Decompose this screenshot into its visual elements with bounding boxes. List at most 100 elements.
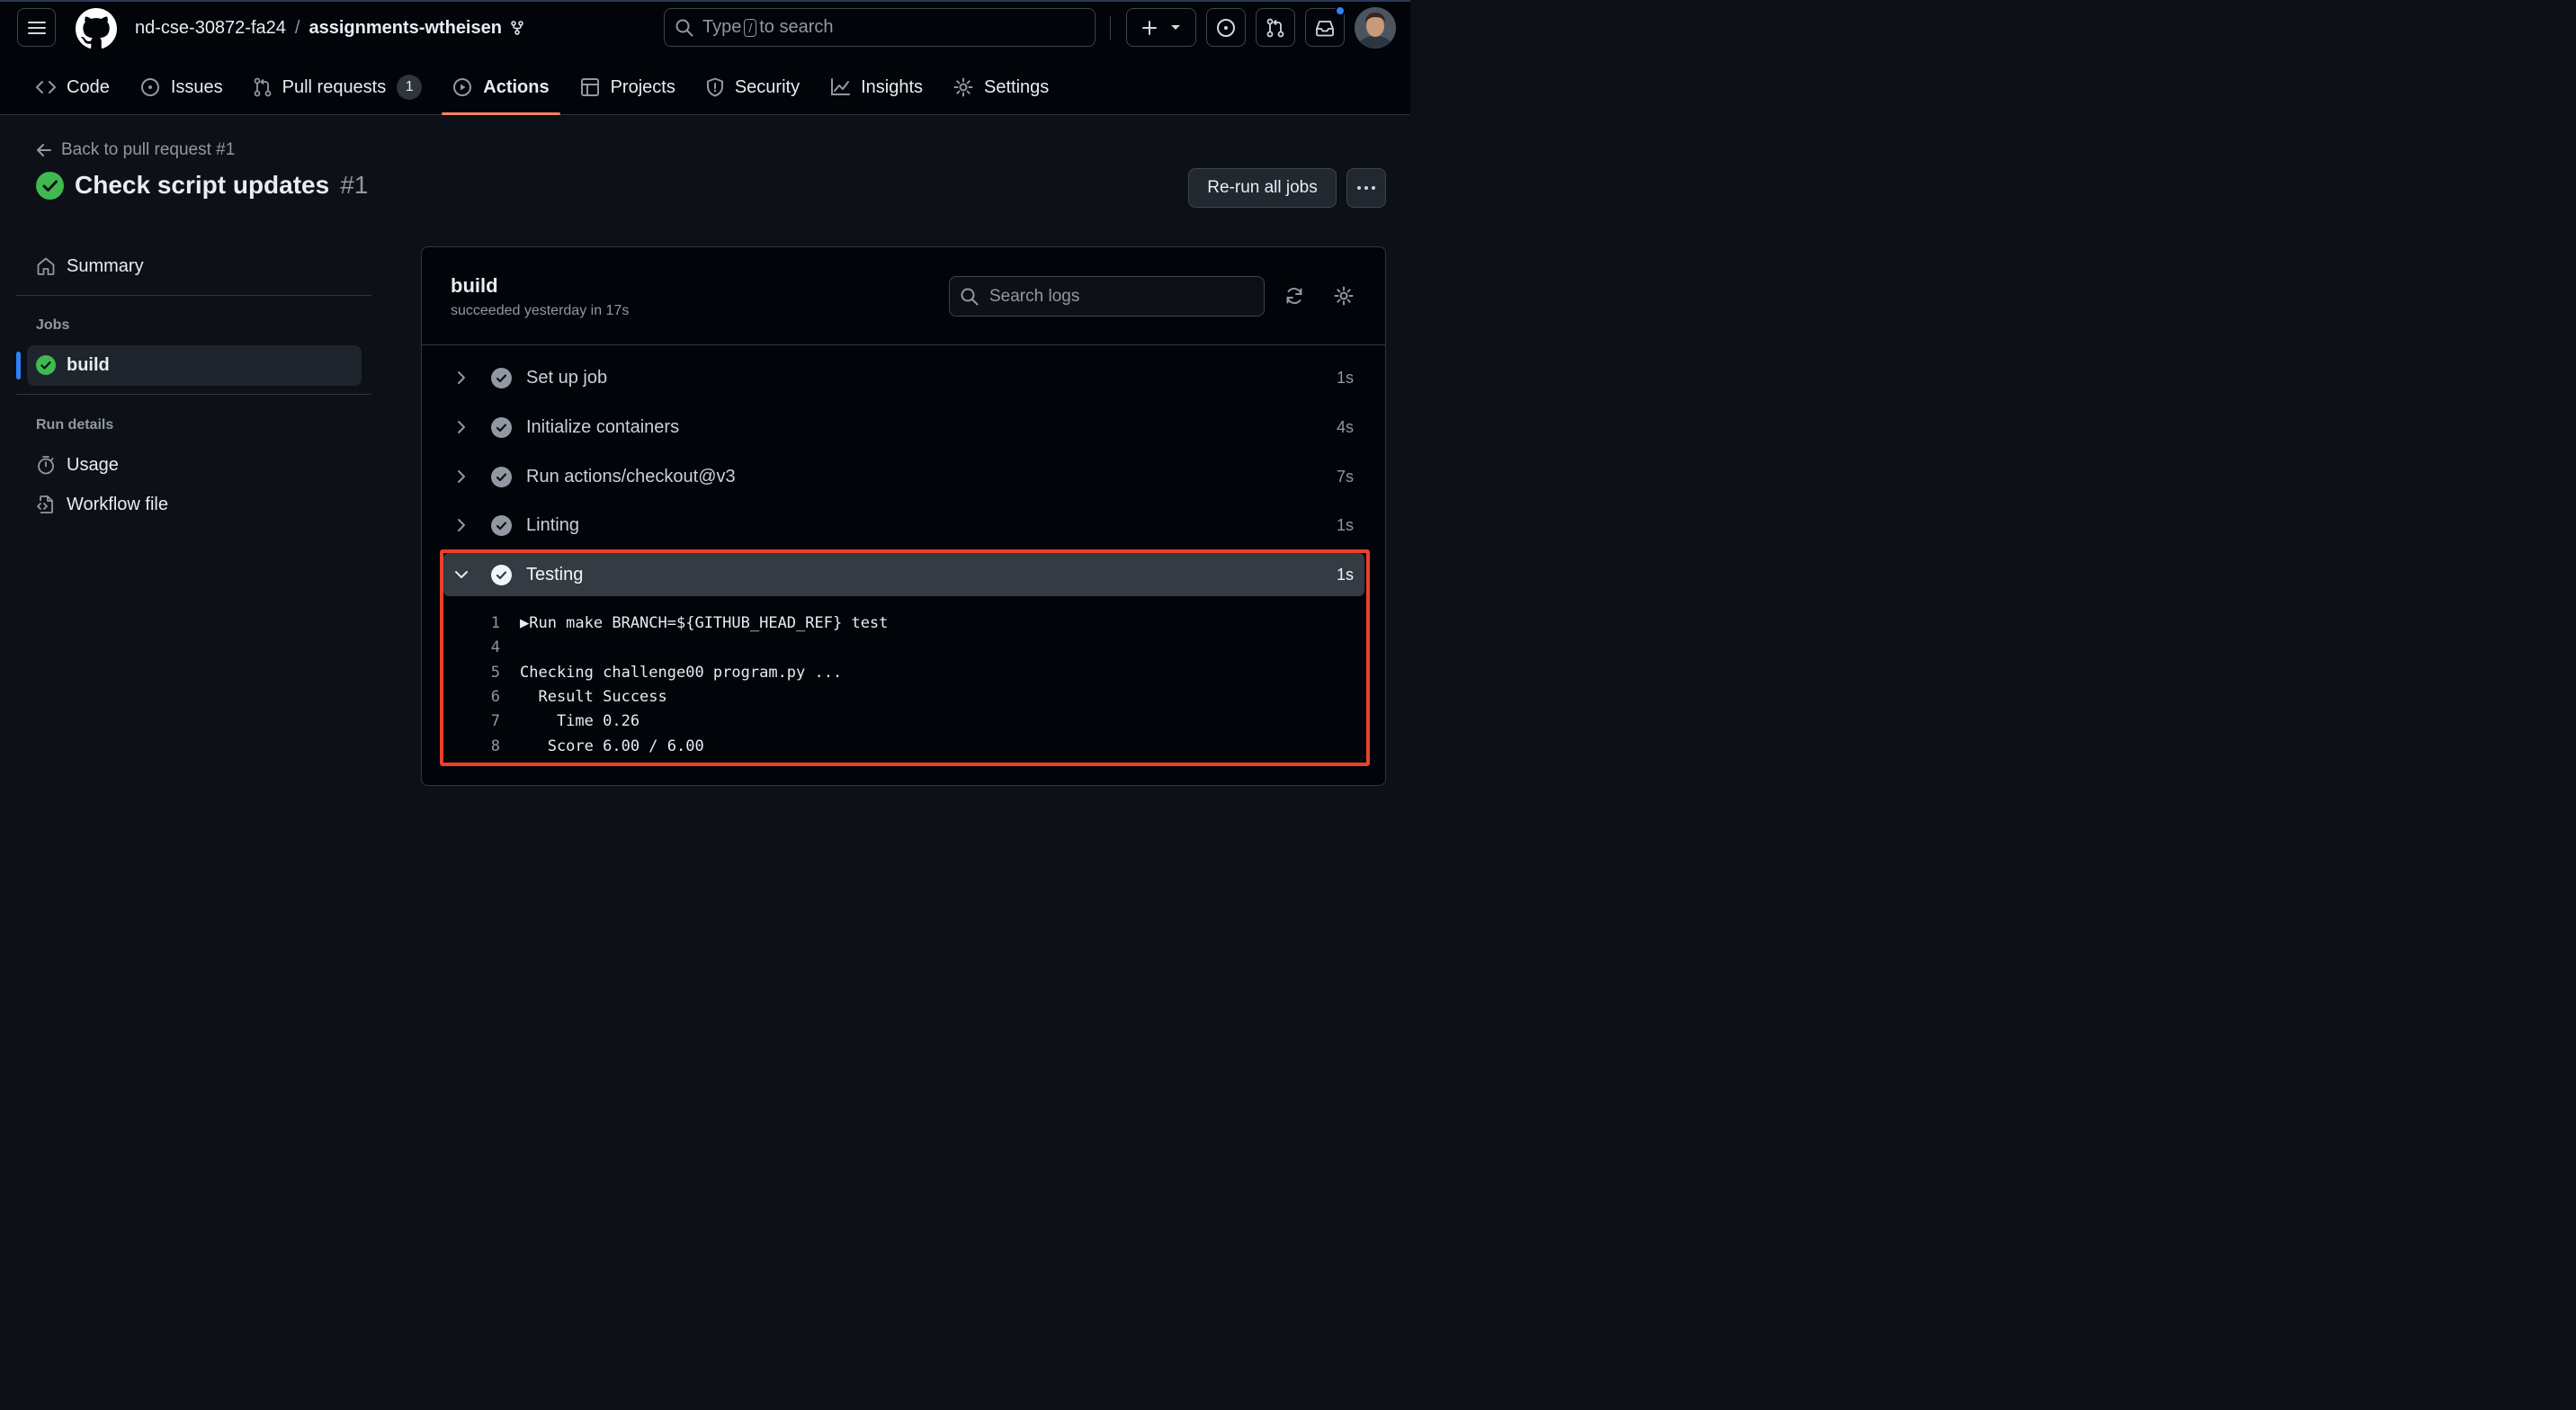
- sidebar-item-label: Usage: [67, 454, 119, 475]
- sidebar-item-label: Summary: [67, 255, 144, 276]
- tab-label: Issues: [170, 76, 223, 97]
- search-hint-prefix: Type: [702, 17, 742, 37]
- repo-breadcrumb: nd-cse-30872-fa24 / assignments-wtheisen: [135, 15, 523, 40]
- log-settings-button[interactable]: [1331, 284, 1356, 308]
- step-duration: 1s: [1336, 515, 1354, 534]
- tab-insights[interactable]: Insights: [819, 70, 934, 104]
- create-new-button[interactable]: [1126, 8, 1196, 47]
- check-circle-fill-icon: [490, 514, 512, 536]
- tab-label: Pull requests: [282, 76, 387, 97]
- check-circle-fill-icon: [490, 466, 512, 487]
- sidebar-item-build[interactable]: build: [27, 345, 110, 385]
- graph-icon: [831, 78, 851, 95]
- log-line-number: 8: [490, 737, 500, 755]
- refresh-logs-button[interactable]: [1282, 285, 1307, 307]
- job-step-testing[interactable]: Testing 1s: [443, 553, 1364, 596]
- back-to-pull-request-link[interactable]: Back to pull request #1: [36, 140, 235, 160]
- step-name: Initialize containers: [526, 416, 680, 437]
- log-line-text: Score 6.00 / 6.00: [520, 737, 704, 755]
- log-line-number: 7: [490, 712, 500, 730]
- more-options-button[interactable]: [1346, 168, 1386, 208]
- tab-label: Security: [734, 76, 801, 97]
- tab-issues[interactable]: Issues: [130, 70, 234, 104]
- log-line: 5 Checking challenge00 program.py ...: [468, 661, 842, 684]
- chevron-right-icon: [458, 371, 465, 384]
- tab-label: Projects: [610, 76, 675, 97]
- log-line: 7 Time 0.26: [468, 709, 640, 733]
- log-line-text: Time 0.26: [520, 712, 640, 730]
- topbar-divider: [1110, 16, 1111, 40]
- caret-down-icon: [1171, 24, 1180, 30]
- run-title: Check script updates: [75, 171, 330, 199]
- step-name: Run actions/checkout@v3: [526, 466, 736, 486]
- sidebar-item-summary[interactable]: Summary: [27, 246, 144, 286]
- tab-label: Insights: [861, 76, 924, 97]
- sidebar-divider: [16, 394, 371, 395]
- search-logs-placeholder: Search logs: [989, 286, 1080, 306]
- menu-button[interactable]: [17, 8, 56, 47]
- tab-code[interactable]: Code: [25, 70, 121, 104]
- sidebar-heading-jobs: Jobs: [36, 317, 70, 333]
- global-search-input[interactable]: Type / to search: [664, 8, 1096, 47]
- repo-link[interactable]: assignments-wtheisen: [309, 18, 502, 39]
- job-step-checkout[interactable]: Run actions/checkout@v3 7s: [443, 455, 1364, 498]
- code-icon: [36, 81, 56, 94]
- tab-security[interactable]: Security: [695, 70, 810, 104]
- back-link-label: Back to pull request #1: [61, 140, 236, 159]
- log-line-number: 4: [490, 638, 500, 656]
- log-line-text: Checking challenge00 program.py ...: [520, 664, 843, 682]
- sidebar-item-label: Workflow file: [67, 494, 168, 514]
- arrow-left-icon: [37, 144, 51, 156]
- pull-requests-button[interactable]: [1256, 8, 1295, 47]
- tab-actions[interactable]: Actions: [442, 70, 560, 115]
- avatar-image: [1355, 7, 1396, 49]
- play-icon: [453, 78, 472, 96]
- check-circle-fill-icon: [490, 416, 512, 438]
- log-line[interactable]: 1 ▶Run make BRANCH=${GITHUB_HEAD_REF} te…: [468, 611, 889, 635]
- chevron-right-icon: [458, 519, 465, 531]
- search-hint-suffix: to search: [759, 17, 834, 37]
- tab-settings[interactable]: Settings: [943, 70, 1060, 104]
- org-link[interactable]: nd-cse-30872-fa24: [135, 18, 286, 39]
- search-logs-input[interactable]: Search logs: [949, 276, 1265, 317]
- tab-projects[interactable]: Projects: [569, 70, 686, 104]
- log-line-number: 6: [490, 688, 500, 706]
- sidebar-heading-run-details: Run details: [36, 417, 114, 433]
- check-circle-fill-icon: [490, 367, 512, 388]
- page-title: Check script updates #1: [36, 171, 368, 200]
- kebab-horizontal-icon: [1357, 186, 1375, 190]
- tab-pull-requests[interactable]: Pull requests 1: [243, 70, 434, 104]
- log-line-text: Result Success: [520, 688, 667, 706]
- home-icon: [37, 257, 55, 275]
- job-step-initialize-containers[interactable]: Initialize containers 4s: [443, 406, 1364, 449]
- tab-label: Settings: [984, 76, 1050, 97]
- step-name: Linting: [526, 514, 579, 535]
- fork-icon: [511, 21, 523, 35]
- sidebar-item-label: build: [67, 354, 110, 375]
- sidebar-item-workflow-file[interactable]: Workflow file: [27, 485, 168, 524]
- rerun-all-jobs-button[interactable]: Re-run all jobs: [1188, 168, 1337, 208]
- job-header-divider: [422, 344, 1385, 345]
- table-icon: [580, 78, 599, 96]
- breadcrumb-separator: /: [294, 17, 300, 38]
- step-duration: 1s: [1336, 368, 1354, 387]
- log-line-number: 5: [490, 664, 500, 682]
- repo-tabs: Code Issues Pull requests 1 Actions Proj…: [25, 70, 1069, 115]
- gear-icon: [1334, 286, 1354, 306]
- pull-request-icon: [1266, 18, 1284, 37]
- log-line: 4: [468, 636, 520, 659]
- job-step-set-up-job[interactable]: Set up job 1s: [443, 356, 1364, 399]
- pull-request-icon: [254, 77, 272, 97]
- github-logo-icon[interactable]: [76, 8, 117, 49]
- step-duration: 7s: [1336, 467, 1354, 486]
- log-line-text: ▶Run make BRANCH=${GITHUB_HEAD_REF} test: [520, 614, 889, 632]
- sidebar-item-usage[interactable]: Usage: [27, 445, 119, 485]
- job-step-linting[interactable]: Linting 1s: [443, 504, 1364, 547]
- log-line: 8 Score 6.00 / 6.00: [468, 735, 704, 758]
- shield-icon: [706, 77, 723, 97]
- user-avatar[interactable]: [1355, 7, 1396, 49]
- inbox-icon: [1316, 20, 1334, 36]
- sidebar-selected-indicator: [16, 352, 21, 379]
- issues-button[interactable]: [1206, 8, 1246, 47]
- search-icon: [675, 19, 693, 36]
